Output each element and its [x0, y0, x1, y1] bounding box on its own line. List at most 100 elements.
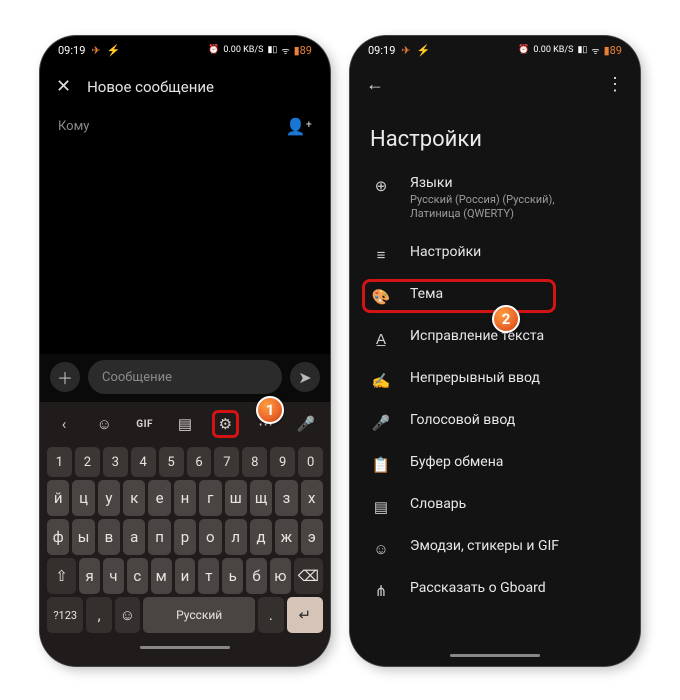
- key-и[interactable]: и: [175, 558, 196, 594]
- nav-bar: [350, 644, 640, 666]
- back-icon[interactable]: ←: [366, 74, 384, 95]
- message-placeholder: Сообщение: [102, 370, 172, 385]
- mic-icon[interactable]: 🎤: [292, 415, 320, 433]
- settings-item-label: Буфер обмена: [410, 454, 503, 470]
- keyboard-row-3: ⇧ячсмитьбю⌫: [47, 558, 323, 594]
- key-л[interactable]: л: [225, 519, 247, 555]
- key-я[interactable]: я: [79, 558, 100, 594]
- key-о[interactable]: о: [199, 519, 221, 555]
- send-button[interactable]: ➤: [290, 362, 320, 392]
- key-8[interactable]: 8: [242, 447, 267, 477]
- key-р[interactable]: р: [174, 519, 196, 555]
- key-с[interactable]: с: [127, 558, 148, 594]
- emoji-icon: ☺: [370, 540, 392, 558]
- settings-item-label: Эмодзи, стикеры и GIF: [410, 538, 559, 554]
- key-д[interactable]: д: [250, 519, 272, 555]
- alarm-icon: ⏰: [518, 45, 529, 55]
- key-ю[interactable]: ю: [270, 558, 291, 594]
- key-ф[interactable]: ф: [47, 519, 69, 555]
- attach-button[interactable]: ＋: [50, 362, 80, 392]
- keyboard-row-2: фывапролджэ: [47, 519, 323, 555]
- key-ы[interactable]: ы: [72, 519, 94, 555]
- annotation-badge-2: 2: [492, 305, 520, 333]
- key-б[interactable]: б: [246, 558, 267, 594]
- gesture-icon: ✍: [370, 372, 392, 390]
- symbols-key[interactable]: ?123: [47, 597, 83, 633]
- close-icon[interactable]: ✕: [56, 76, 71, 97]
- key-0[interactable]: 0: [298, 447, 323, 477]
- key-п[interactable]: п: [148, 519, 170, 555]
- signal-icon: ▮▯: [267, 45, 277, 55]
- telegram-icon: ✈: [401, 44, 410, 57]
- settings-item-sub: Русский (Россия) (Русский), Латиница (QW…: [410, 193, 600, 222]
- key-е[interactable]: е: [148, 480, 170, 516]
- keyboard-row-numbers: 1234567890: [47, 447, 323, 477]
- key-ж[interactable]: ж: [275, 519, 297, 555]
- settings-item-clipboard[interactable]: 📋 Буфер обмена: [350, 443, 640, 485]
- overflow-icon[interactable]: ⋮: [606, 74, 624, 95]
- add-person-icon[interactable]: 👤⁺: [286, 117, 312, 136]
- settings-item-sliders[interactable]: ≡Настройки: [350, 233, 640, 275]
- key-ь[interactable]: ь: [222, 558, 243, 594]
- comma-key[interactable]: ,: [86, 597, 111, 633]
- battery-icon: ▮89: [604, 44, 622, 57]
- key-з[interactable]: з: [275, 480, 297, 516]
- key-9[interactable]: 9: [270, 447, 295, 477]
- sticker-icon[interactable]: ☺: [90, 415, 118, 433]
- key-в[interactable]: в: [98, 519, 120, 555]
- signal-icon: ▮▯: [577, 45, 587, 55]
- key-щ[interactable]: щ: [250, 480, 272, 516]
- gear-button[interactable]: ⚙: [211, 410, 239, 438]
- key-5[interactable]: 5: [159, 447, 184, 477]
- key-7[interactable]: 7: [214, 447, 239, 477]
- key-н[interactable]: н: [174, 480, 196, 516]
- settings-item-label: Словарь: [410, 496, 466, 512]
- settings-item-share[interactable]: ⋔Рассказать о Gboard: [350, 569, 640, 611]
- key-4[interactable]: 4: [131, 447, 156, 477]
- key-г[interactable]: г: [199, 480, 221, 516]
- key-ч[interactable]: ч: [103, 558, 124, 594]
- period-key[interactable]: .: [258, 597, 283, 633]
- key-1[interactable]: 1: [47, 447, 72, 477]
- settings-item-emoji[interactable]: ☺ Эмодзи, стикеры и GIF: [350, 527, 640, 569]
- key-3[interactable]: 3: [103, 447, 128, 477]
- key-2[interactable]: 2: [75, 447, 100, 477]
- settings-item-label: Исправление текста: [410, 328, 544, 344]
- emoji-key[interactable]: ☺: [115, 597, 140, 633]
- key-к[interactable]: к: [123, 480, 145, 516]
- key-у[interactable]: у: [98, 480, 120, 516]
- annotation-badge-1: 1: [256, 396, 284, 424]
- message-input[interactable]: Сообщение: [88, 360, 282, 394]
- clipboard-icon: 📋: [370, 456, 392, 474]
- key-х[interactable]: х: [301, 480, 323, 516]
- battery-icon: ▮89: [294, 44, 312, 57]
- settings-item-mic[interactable]: 🎤Голосовой ввод: [350, 401, 640, 443]
- net-speed: 0.00 KB/S: [223, 45, 263, 55]
- chevron-left-icon[interactable]: ‹: [50, 415, 78, 433]
- settings-item-gesture[interactable]: ✍Непрерывный ввод: [350, 359, 640, 401]
- key-й[interactable]: й: [47, 480, 69, 516]
- key-м[interactable]: м: [151, 558, 172, 594]
- key-ш[interactable]: ш: [225, 480, 247, 516]
- bolt-icon: ⚡: [417, 44, 431, 57]
- a-underline-icon: A̲: [370, 330, 392, 348]
- wifi-icon: ᯤ: [281, 44, 289, 57]
- clipboard-icon[interactable]: ▤: [171, 415, 199, 433]
- settings-item-label: Голосовой ввод: [410, 412, 515, 428]
- keyboard: ‹ ☺ GIF ▤ ⚙ ⋯ 🎤 1234567890 йцукенгшщзх ф…: [40, 402, 330, 666]
- key-э[interactable]: э: [301, 519, 323, 555]
- shift-key[interactable]: ⇧: [47, 558, 76, 594]
- to-field[interactable]: Кому: [58, 119, 89, 134]
- gif-button[interactable]: GIF: [131, 419, 159, 430]
- space-key[interactable]: Русский: [143, 597, 255, 633]
- status-time: 09:19: [58, 44, 85, 57]
- key-6[interactable]: 6: [187, 447, 212, 477]
- share-icon: ⋔: [370, 582, 392, 600]
- settings-item-dictionary[interactable]: ▤Словарь: [350, 485, 640, 527]
- settings-item-globe[interactable]: ⊕ЯзыкиРусский (Россия) (Русский), Латини…: [350, 164, 640, 233]
- key-а[interactable]: а: [123, 519, 145, 555]
- backspace-key[interactable]: ⌫: [294, 558, 323, 594]
- key-ц[interactable]: ц: [72, 480, 94, 516]
- key-т[interactable]: т: [198, 558, 219, 594]
- enter-key[interactable]: ↵: [287, 597, 323, 633]
